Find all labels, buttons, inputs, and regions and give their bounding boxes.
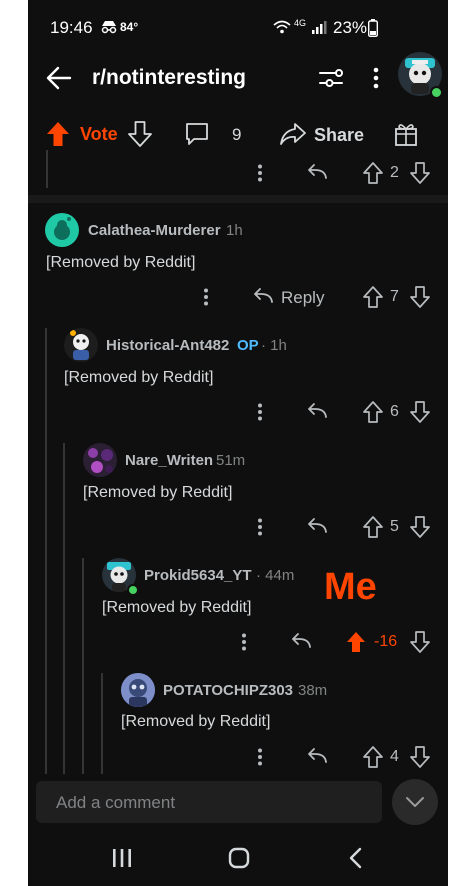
me-annotation: Me xyxy=(324,566,377,608)
award-icon[interactable] xyxy=(394,121,418,147)
comment-body: [Removed by Reddit] xyxy=(83,484,233,501)
status-bar: 19:46 84° 4G 23% xyxy=(28,0,448,52)
vote-score: 5 xyxy=(390,518,399,535)
avatar[interactable] xyxy=(121,673,155,707)
avatar[interactable] xyxy=(83,443,117,477)
downvote-icon[interactable] xyxy=(410,516,430,538)
divider xyxy=(28,195,448,203)
more-icon[interactable] xyxy=(203,288,209,306)
upvote-icon[interactable] xyxy=(363,162,383,184)
back-icon[interactable] xyxy=(348,847,362,869)
comment-body: [Removed by Reddit] xyxy=(102,599,252,616)
share-icon[interactable] xyxy=(280,122,306,146)
comment-body: [Removed by Reddit] xyxy=(121,713,271,730)
comment-username[interactable]: Historical-Ant482 xyxy=(106,337,229,354)
comment-time: · 1h xyxy=(261,337,287,354)
comment-input[interactable]: Add a comment xyxy=(36,781,382,823)
thread-line xyxy=(101,673,103,774)
more-icon[interactable] xyxy=(257,518,263,536)
downvote-icon[interactable] xyxy=(410,286,430,308)
reply-icon[interactable] xyxy=(306,402,328,420)
reply-icon[interactable] xyxy=(306,747,328,765)
status-temp: 84° xyxy=(120,20,139,34)
more-icon[interactable] xyxy=(257,748,263,766)
avatar[interactable] xyxy=(64,328,98,362)
downvote-icon[interactable] xyxy=(128,121,152,147)
vote-score: 4 xyxy=(390,748,399,765)
comment-username[interactable]: Nare_Writen xyxy=(125,452,213,469)
comments-count: 9 xyxy=(232,125,242,144)
status-battery: 23% xyxy=(333,18,368,37)
more-icon[interactable] xyxy=(257,164,263,182)
recent-apps-icon[interactable] xyxy=(112,848,132,868)
comment-icon[interactable] xyxy=(185,122,209,146)
more-icon[interactable] xyxy=(257,403,263,421)
downvote-icon[interactable] xyxy=(410,746,430,768)
subreddit-title[interactable]: r/notinteresting xyxy=(92,66,246,90)
comment-username[interactable]: Calathea-Murderer xyxy=(88,222,221,239)
comment-username[interactable]: POTATOCHIPZ303 xyxy=(163,682,293,699)
status-network: 4G xyxy=(294,18,307,28)
thread-line xyxy=(46,150,48,188)
comment-time: 1h xyxy=(226,222,243,239)
vote-score: 2 xyxy=(390,164,399,181)
reply-label[interactable]: Reply xyxy=(281,288,324,308)
upvote-icon[interactable] xyxy=(363,286,383,308)
status-time: 19:46 xyxy=(50,18,93,37)
downvote-icon[interactable] xyxy=(410,631,430,653)
comment-body: [Removed by Reddit] xyxy=(64,369,214,386)
comment-input-placeholder: Add a comment xyxy=(56,793,176,812)
collapse-button[interactable] xyxy=(392,779,438,825)
more-icon[interactable] xyxy=(241,633,247,651)
comment-username[interactable]: Prokid5634_YT xyxy=(144,567,252,584)
avatar[interactable] xyxy=(45,213,79,247)
reply-icon[interactable] xyxy=(306,163,328,181)
upvote-icon[interactable] xyxy=(346,631,366,653)
online-indicator xyxy=(430,86,443,99)
upvote-icon[interactable] xyxy=(46,121,70,147)
wifi-call-icon xyxy=(273,19,291,35)
upvote-icon[interactable] xyxy=(363,401,383,423)
comment-time: · 44m xyxy=(256,567,295,584)
battery-icon xyxy=(368,19,378,37)
share-label[interactable]: Share xyxy=(314,125,364,146)
chevron-down-icon xyxy=(405,796,425,808)
downvote-icon[interactable] xyxy=(410,401,430,423)
thread-line xyxy=(45,328,47,774)
incognito-icon xyxy=(100,20,118,34)
online-indicator xyxy=(127,584,139,596)
upvote-icon[interactable] xyxy=(363,746,383,768)
nav-bar xyxy=(28,834,448,886)
filter-icon[interactable] xyxy=(318,66,344,90)
comment-body: [Removed by Reddit] xyxy=(46,254,196,271)
vote-score: 7 xyxy=(390,288,399,305)
reply-icon[interactable] xyxy=(306,517,328,535)
vote-label[interactable]: Vote xyxy=(80,124,118,145)
vote-score: 6 xyxy=(390,403,399,420)
vote-score: -16 xyxy=(374,633,398,650)
thread-line xyxy=(63,443,65,774)
downvote-icon[interactable] xyxy=(410,162,430,184)
comment-time: 51m xyxy=(216,452,246,469)
thread-line xyxy=(82,558,84,774)
upvote-icon[interactable] xyxy=(363,516,383,538)
op-badge: OP xyxy=(237,337,259,354)
back-arrow-icon[interactable] xyxy=(46,66,72,90)
reply-icon[interactable] xyxy=(290,632,312,650)
comment-time: 38m xyxy=(298,682,328,699)
reply-icon[interactable] xyxy=(252,287,274,305)
signal-icon xyxy=(312,20,328,34)
more-options-icon[interactable] xyxy=(372,67,380,89)
phone-screen: 19:46 84° 4G 23% r/notinteresting Vote 9… xyxy=(28,0,448,886)
home-icon[interactable] xyxy=(228,847,250,869)
